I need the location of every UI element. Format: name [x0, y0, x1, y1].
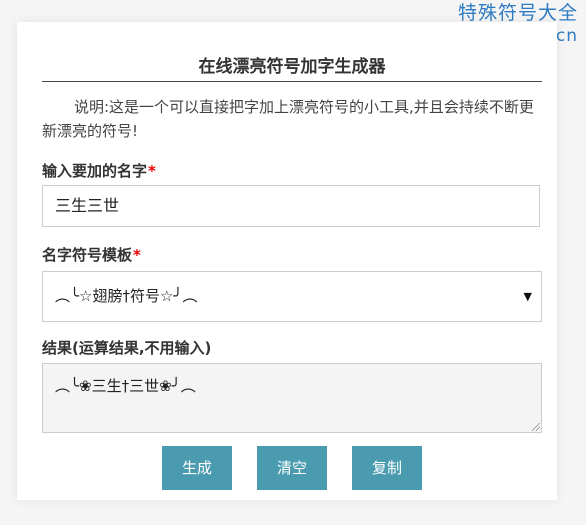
- generate-button[interactable]: 生成: [162, 446, 232, 490]
- template-label: 名字符号模板*: [42, 244, 141, 265]
- required-mark: *: [148, 162, 156, 180]
- result-label: 结果(运算结果,不用输入): [42, 339, 212, 357]
- name-label-text: 输入要加的名字: [42, 162, 148, 180]
- dropdown-arrow-icon: ▼: [523, 290, 532, 303]
- name-input[interactable]: 三生三世: [42, 185, 540, 227]
- template-label-text: 名字符号模板: [42, 246, 133, 264]
- page-title: 在线漂亮符号加字生成器: [42, 52, 542, 82]
- template-select[interactable]: ︵╰☆翅膀†符号☆╯︵ ▼: [42, 271, 542, 322]
- page: 特殊符号大全 www.tsfhdq.cn 在线漂亮符号加字生成器 说明:这是一个…: [0, 0, 586, 525]
- name-label: 输入要加的名字*: [42, 160, 156, 181]
- description-text: 说明:这是一个可以直接把字加上漂亮符号的小工具,并且会持续不断更新漂亮的符号!: [42, 98, 534, 140]
- copy-button[interactable]: 复制: [352, 446, 422, 490]
- result-value: ︵╰❀三生†三世❀╯︵: [55, 377, 196, 395]
- generator-card: 在线漂亮符号加字生成器 说明:这是一个可以直接把字加上漂亮符号的小工具,并且会持…: [17, 22, 557, 500]
- result-textarea[interactable]: ︵╰❀三生†三世❀╯︵: [42, 363, 542, 433]
- resize-grip-icon[interactable]: [532, 423, 540, 431]
- name-input-value: 三生三世: [55, 196, 120, 215]
- required-mark: *: [133, 246, 141, 264]
- clear-button[interactable]: 清空: [257, 446, 327, 490]
- template-selected-value: ︵╰☆翅膀†符号☆╯︵: [55, 287, 198, 305]
